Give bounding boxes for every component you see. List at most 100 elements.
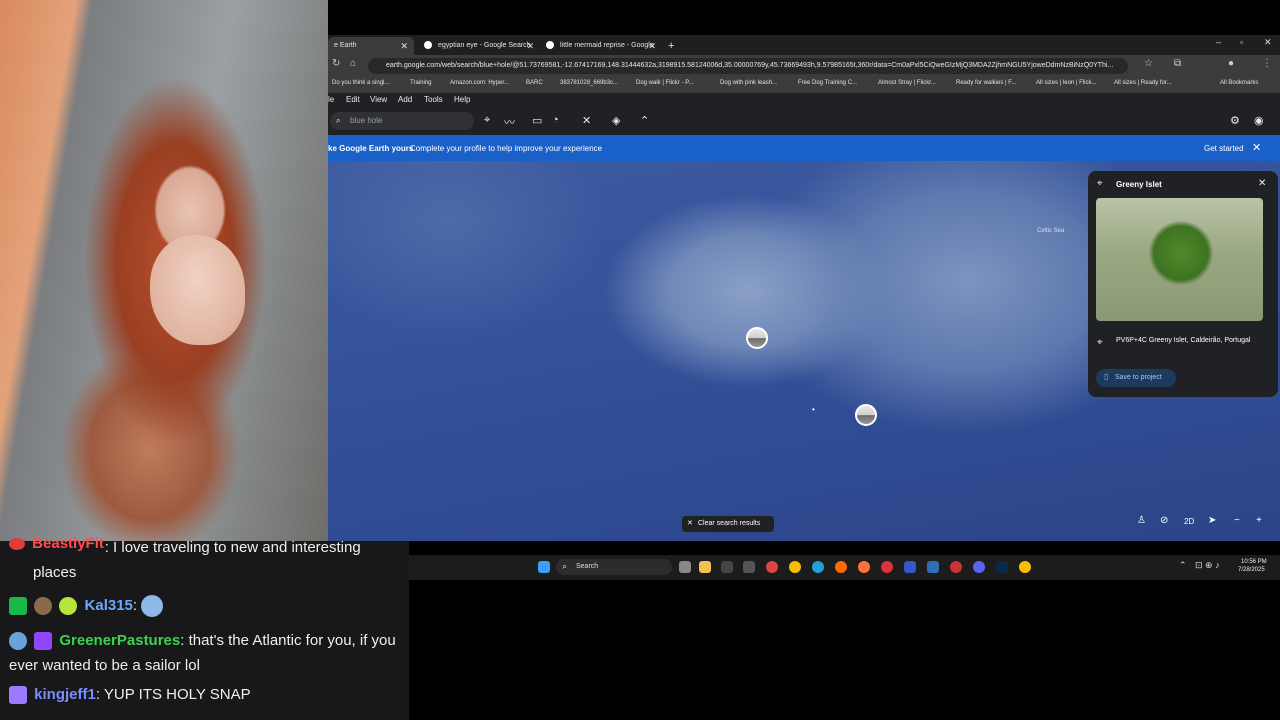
place-address: PV6P+4C Greeny Islet, Caldeirão, Portuga… [1116,337,1251,344]
taskbar-search-label: Search [576,563,599,570]
location-pin-icon: ⌖ [1097,178,1103,189]
stream-chat: BeastlyFit BeastlyFit: I love traveling … [0,535,409,720]
home-icon[interactable]: ⌂ [350,58,356,69]
app-icon[interactable] [904,561,916,573]
result-dot-icon[interactable]: • [812,405,815,414]
extensions-icon[interactable]: ⧉ [1174,58,1181,69]
task-view-icon[interactable] [679,561,691,573]
tray-chevron-icon[interactable]: ⌃ [1179,560,1187,571]
tab-label: little mermaid reprise - Google [559,42,654,49]
clear-search-button[interactable]: ✕ Clear search results [682,516,774,532]
search-input[interactable]: ⌕ blue hole [330,112,474,130]
search-result-pin[interactable] [746,327,768,349]
tab-label: e Earth [334,42,357,49]
new-tab-button[interactable]: + [662,37,678,55]
save-label: Save to project [1115,374,1162,381]
bookmark[interactable]: All sizes | Ready for... [1114,80,1172,86]
bookmark[interactable]: Dog with pink leash... [720,80,777,86]
pegman-icon[interactable]: ♙ [1137,515,1146,526]
search-value: blue hole [350,116,383,125]
menu-file[interactable]: le [328,95,334,104]
tab-little-mermaid[interactable]: little mermaid reprise - Google ✕ [540,37,662,55]
bookmark[interactable]: All sizes | leon | Flick... [1036,80,1096,86]
store-icon[interactable] [743,561,755,573]
close-window-icon[interactable]: ✕ [1264,37,1272,48]
tab-egyptian-eye[interactable]: egyptian eye - Google Search ✕ [418,37,540,55]
taskbar-search[interactable]: ⌕ Search [556,559,672,575]
discord-icon[interactable] [973,561,985,573]
menu-help[interactable]: Help [454,95,470,104]
placemark-icon[interactable]: ⌖ [484,114,490,127]
chrome-icon[interactable] [789,561,801,573]
edge-icon[interactable] [812,561,824,573]
close-icon[interactable]: ✕ [400,37,408,55]
chat-username[interactable]: GreenerPastures [59,632,180,649]
firefox-icon[interactable] [858,561,870,573]
profile-icon[interactable]: ● [1228,58,1234,69]
location-icon[interactable]: ➤ [1208,515,1216,526]
voyager-icon[interactable]: ✕ [582,114,591,127]
chat-username[interactable]: Kal315 [85,597,133,614]
earth-toolbar: ⌕ blue hole ⌖ 〰 ▭ ◔ ✕ ◈ ⌃ ⚙ ◉ [328,108,1280,135]
path-icon[interactable]: 〰 [504,114,515,130]
bookmark[interactable]: 383781028_669b3c... [560,80,618,86]
view-mode-toggle[interactable]: 2D [1184,517,1194,526]
place-photo[interactable] [1096,198,1263,321]
bookmark[interactable]: Dog walk | Flickr - P... [636,80,693,86]
chat-username[interactable]: kingjeff1 [34,686,96,703]
file-explorer-icon[interactable] [699,561,711,573]
system-tray-icons[interactable]: ⊡ ⊕ ♪ [1195,560,1220,571]
zoom-out-icon[interactable]: − [1234,515,1240,526]
compass-icon[interactable]: ⊘ [1160,515,1168,526]
address-bar[interactable]: earth.google.com/web/search/blue+hole/@5… [368,58,1128,74]
photoshop-icon[interactable] [996,561,1008,573]
menu-icon[interactable]: ⋮ [1262,58,1272,69]
measure-icon[interactable]: ▭ [532,114,542,127]
get-started-link[interactable]: Get started [1204,144,1244,153]
bookmark[interactable]: BARC [526,80,543,86]
bookmark[interactable]: Ready for walkies | F... [956,80,1016,86]
app-icon[interactable] [721,561,733,573]
star-icon[interactable]: ☆ [1144,58,1153,69]
close-icon: ✕ [687,520,693,527]
gift-badge-icon [9,686,27,705]
close-icon[interactable]: ✕ [648,37,656,55]
address-row: ↻ ⌂ earth.google.com/web/search/blue+hol… [328,55,1280,77]
bookmark[interactable]: Almost Stray | Flickr... [878,80,936,86]
opera-icon[interactable] [881,561,893,573]
menu-tools[interactable]: Tools [424,95,443,104]
all-bookmarks[interactable]: All Bookmarks [1220,80,1258,86]
app-icon[interactable] [835,561,847,573]
layers-icon[interactable]: ◈ [612,114,620,127]
app-icon[interactable] [950,561,962,573]
chrome-icon[interactable] [1019,561,1031,573]
zoom-in-icon[interactable]: + [1256,515,1262,526]
clear-label: Clear search results [698,520,761,527]
search-result-pin[interactable] [855,404,877,426]
gear-icon[interactable]: ⚙ [1230,114,1240,127]
bookmark[interactable]: Free Dog Training C... [798,80,857,86]
clock-date: 7/28/2025 [1238,567,1265,573]
close-icon[interactable]: ✕ [526,37,534,55]
avatar[interactable]: ◉ [1254,114,1264,127]
reload-icon[interactable]: ↻ [332,58,340,69]
chat-text: : YUP ITS HOLY SNAP [95,686,251,703]
bookmark[interactable]: Amazon.com: Hyper... [450,80,509,86]
chevron-up-icon[interactable]: ⌃ [640,114,649,127]
steam-icon[interactable] [927,561,939,573]
bookmark[interactable]: Training [410,80,431,86]
minimize-icon[interactable]: – [1216,37,1221,47]
menu-edit[interactable]: Edit [346,95,360,104]
maximize-icon[interactable]: ▫ [1240,37,1243,47]
menu-add[interactable]: Add [398,95,412,104]
save-to-project-button[interactable]: ▯ Save to project [1096,369,1176,387]
bookmark[interactable]: Do you think a singl... [332,80,389,86]
banner-title: ke Google Earth yours [328,144,414,153]
close-icon[interactable]: ✕ [1252,141,1261,154]
close-icon[interactable]: ✕ [1258,178,1266,189]
tab-google-earth[interactable]: e Earth ✕ [328,37,414,55]
history-icon[interactable]: ◔ [552,114,559,126]
windows-start-icon[interactable] [538,561,550,573]
app-icon[interactable] [766,561,778,573]
menu-view[interactable]: View [370,95,387,104]
